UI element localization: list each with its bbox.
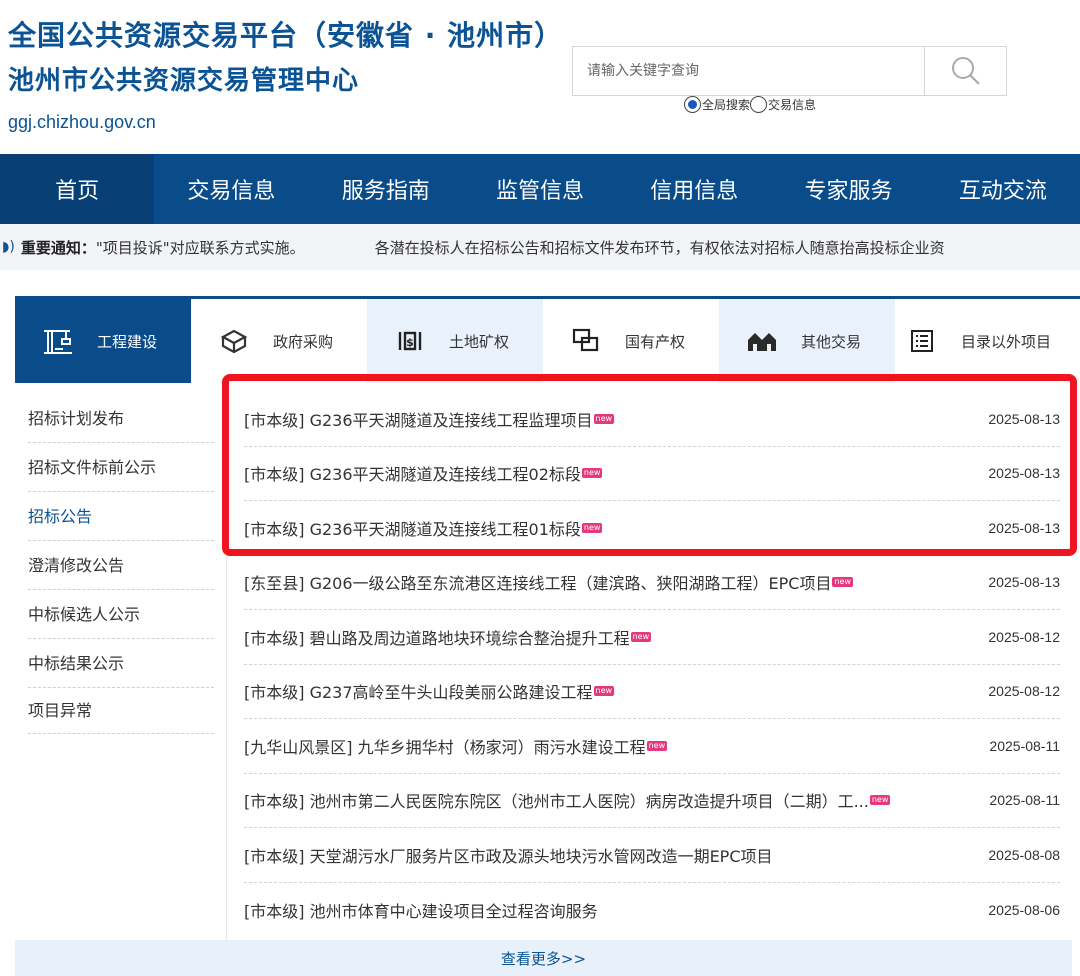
nav-service-guide[interactable]: 服务指南 [309, 154, 463, 224]
item-title: [市本级] 池州市第二人民医院东院区（池州市工人医院）病房改造提升项目（二期）工… [244, 792, 869, 812]
nav-interaction[interactable]: 互动交流 [926, 154, 1080, 224]
new-badge: new [832, 577, 853, 588]
radio-trade-info[interactable] [750, 96, 768, 113]
category-tabs: 工程建设 政府采购 $ 土地矿权 国有产权 其他交易 目录以外项目 [15, 296, 1080, 383]
notice-bar: ◗) 重要通知： "项目投诉"对应联系方式实施。 各潜在投标人在招标公告和招标文… [0, 224, 1080, 270]
item-title: [市本级] G237高岭至牛头山段美丽公路建设工程 [244, 683, 593, 703]
item-title: [市本级] 碧山路及周边道路地块环境综合整治提升工程 [244, 628, 630, 648]
search-icon [951, 57, 980, 85]
list-item[interactable]: [市本级] 池州市第二人民医院东院区（池州市工人医院）病房改造提升项目（二期）工… [244, 774, 1060, 828]
side-item-candidate[interactable]: 中标候选人公示 [28, 590, 214, 639]
main-nav: 首页 交易信息 服务指南 监管信息 信用信息 专家服务 互动交流 [0, 154, 1080, 224]
copy-icon [569, 328, 603, 354]
list-item[interactable]: [市本级] G236平天湖隧道及连接线工程监理项目 new 2025-08-13 [244, 392, 1060, 447]
item-title: [市本级] G236平天湖隧道及连接线工程01标段 [244, 519, 581, 539]
new-badge: new [646, 740, 668, 751]
tab-label: 目录以外项目 [961, 332, 1052, 351]
new-badge: new [581, 468, 603, 479]
side-item-exception[interactable]: 项目异常 [28, 688, 214, 734]
houses-icon [745, 329, 779, 353]
site-title-line2: 池州市公共资源交易管理中心 [8, 66, 360, 96]
list-item[interactable]: [市本级] 池州市体育中心建设项目全过程咨询服务 2025-08-06 [244, 883, 1060, 938]
crane-icon [41, 327, 75, 355]
tab-land-mining[interactable]: $ 土地矿权 [367, 299, 543, 383]
speaker-icon: ◗) [2, 239, 15, 255]
item-title: [市本级] 池州市体育中心建设项目全过程咨询服务 [244, 901, 598, 921]
side-menu: 招标计划发布 招标文件标前公示 招标公告 澄清修改公告 中标候选人公示 中标结果… [28, 394, 214, 734]
view-more-button[interactable]: 查看更多>> [15, 940, 1072, 976]
side-item-doc-preview[interactable]: 招标文件标前公示 [28, 443, 214, 492]
side-item-clarify[interactable]: 澄清修改公告 [28, 541, 214, 590]
tab-label: 其他交易 [801, 332, 862, 351]
nav-trade-info[interactable]: 交易信息 [154, 154, 308, 224]
item-date: 2025-08-06 [988, 901, 1060, 918]
site-domain: ggj.chizhou.gov.cn [8, 112, 156, 132]
new-badge: new [630, 631, 652, 642]
item-date: 2025-08-13 [988, 410, 1060, 427]
list-item[interactable]: [市本级] 碧山路及周边道路地块环境综合整治提升工程 new 2025-08-12 [244, 610, 1060, 665]
radio-global-search[interactable] [684, 96, 701, 113]
side-item-bid-notice[interactable]: 招标公告 [28, 492, 214, 541]
item-title: [九华山风景区] 九华乡拥华村（杨家河）雨污水建设工程 [244, 737, 646, 757]
notice-item[interactable]: "项目投诉"对应联系方式实施。 [96, 237, 305, 258]
tab-engineering[interactable]: 工程建设 [15, 299, 191, 383]
nav-expert[interactable]: 专家服务 [771, 154, 925, 224]
list-icon [909, 329, 935, 353]
box-icon [217, 328, 251, 354]
item-title: [东至县] G206一级公路至东流港区连接线工程（建滨路、狭阳湖路工程）EPC项… [244, 574, 832, 594]
tab-label: 工程建设 [97, 332, 158, 351]
item-title: [市本级] G236平天湖隧道及连接线工程02标段 [244, 465, 581, 485]
divider [226, 394, 227, 940]
tab-label: 国有产权 [625, 332, 686, 351]
new-badge: new [593, 413, 615, 424]
nav-supervision[interactable]: 监管信息 [463, 154, 617, 224]
item-title: [市本级] 天堂湖污水厂服务片区市政及源头地块污水管网改造一期EPC项目 [244, 846, 773, 866]
item-date: 2025-08-13 [988, 465, 1060, 482]
tab-state-property[interactable]: 国有产权 [543, 299, 719, 383]
item-date: 2025-08-08 [988, 846, 1060, 863]
land-icon: $ [393, 329, 427, 353]
item-date: 2025-08-12 [988, 683, 1060, 700]
tab-label: 土地矿权 [449, 332, 510, 351]
notice-item[interactable]: 各潜在投标人在招标公告和招标文件发布环节，有权依法对招标人随意抬高投标企业资 [375, 237, 945, 258]
new-badge: new [593, 686, 615, 697]
site-title-line1: 全国公共资源交易平台（安徽省 · 池州市） [8, 19, 564, 52]
list-item[interactable]: [东至县] G206一级公路至东流港区连接线工程（建滨路、狭阳湖路工程）EPC项… [244, 556, 1060, 610]
search-box [572, 46, 1007, 96]
tab-gov-procurement[interactable]: 政府采购 [191, 299, 367, 383]
radio-trade-label: 交易信息 [768, 98, 817, 112]
side-item-result[interactable]: 中标结果公示 [28, 639, 214, 688]
notice-label: 重要通知： [20, 238, 96, 257]
side-item-plan[interactable]: 招标计划发布 [28, 394, 214, 443]
announcement-list: [市本级] G236平天湖隧道及连接线工程监理项目 new 2025-08-13 … [244, 392, 1060, 937]
list-item[interactable]: [市本级] G237高岭至牛头山段美丽公路建设工程 new 2025-08-12 [244, 665, 1060, 719]
new-badge: new [581, 522, 603, 533]
new-badge: new [869, 795, 891, 806]
list-item[interactable]: [市本级] 天堂湖污水厂服务片区市政及源头地块污水管网改造一期EPC项目 202… [244, 828, 1060, 883]
nav-home[interactable]: 首页 [0, 154, 155, 224]
tab-catalog-external[interactable]: 目录以外项目 [895, 299, 1080, 383]
item-date: 2025-08-13 [988, 574, 1060, 591]
list-item[interactable]: [市本级] G236平天湖隧道及连接线工程02标段 new 2025-08-13 [244, 447, 1060, 501]
item-date: 2025-08-11 [989, 792, 1060, 809]
radio-global-label: 全局搜索 [702, 98, 751, 112]
svg-text:$: $ [406, 336, 414, 349]
search-button[interactable] [924, 47, 1006, 95]
list-item[interactable]: [九华山风景区] 九华乡拥华村（杨家河）雨污水建设工程 new 2025-08-1… [244, 719, 1060, 774]
search-scope: 全局搜索 交易信息 [684, 96, 816, 113]
tab-other-trade[interactable]: 其他交易 [719, 299, 895, 383]
list-item[interactable]: [市本级] G236平天湖隧道及连接线工程01标段 new 2025-08-13 [244, 501, 1060, 556]
nav-credit[interactable]: 信用信息 [617, 154, 771, 224]
item-date: 2025-08-13 [988, 519, 1060, 536]
tab-label: 政府采购 [273, 332, 334, 351]
item-date: 2025-08-12 [988, 628, 1060, 645]
item-title: [市本级] G236平天湖隧道及连接线工程监理项目 [244, 410, 593, 430]
item-date: 2025-08-11 [989, 737, 1060, 754]
search-input[interactable] [573, 47, 924, 95]
